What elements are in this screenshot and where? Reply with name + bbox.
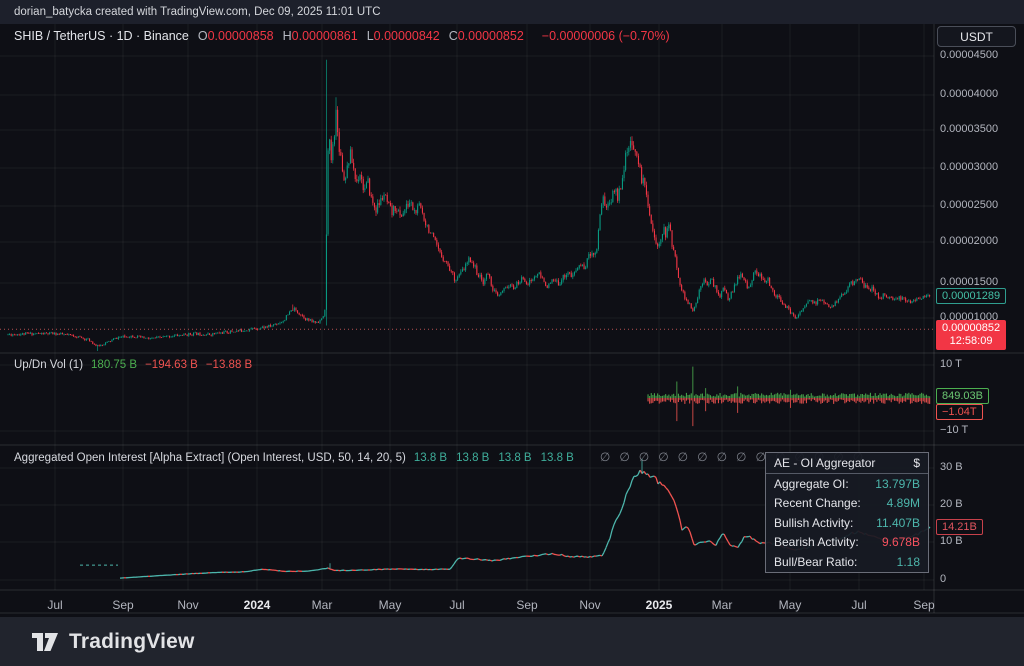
symbol-legend[interactable]: SHIB / TetherUS · 1D · Binance O0.000008… <box>14 29 670 43</box>
oi-data-window-row: Bull/Bear Ratio: 1.18 <box>766 552 928 572</box>
volume-tick-label: 10 T <box>940 358 962 370</box>
tradingview-snapshot: dorian_batycka created with TradingView.… <box>0 0 1024 666</box>
oi-empty-value-icon: ∅ <box>678 450 688 464</box>
footer-bar: TradingView <box>0 617 1024 666</box>
oi-data-window-row: Aggregate OI: 13.797B <box>766 474 928 494</box>
oi-data-window-row-value: 11.407B <box>876 516 920 530</box>
time-tick-label: Sep <box>516 598 537 612</box>
oi-legend-value: 13.8 B <box>414 452 447 464</box>
time-tick-label: Jul <box>851 598 866 612</box>
ohlc-number: 0.00000858 <box>208 29 274 43</box>
oi-data-window-row-label: Aggregate OI: <box>774 477 849 491</box>
ohlc-values: O0.00000858H0.00000861L0.00000842C0.0000… <box>198 29 533 43</box>
oi-last-label: 14.21B <box>936 519 983 535</box>
time-tick-label: May <box>379 598 402 612</box>
oi-empty-value-icon: ∅ <box>639 450 649 464</box>
ohlc-number: 0.00000861 <box>292 29 358 43</box>
volume-legend-value: −194.63 B <box>145 359 198 371</box>
ohlc-pair: C0.00000852 <box>449 29 524 43</box>
oi-legend-value: 13.8 B <box>498 452 531 464</box>
time-tick-label: Sep <box>112 598 133 612</box>
oi-data-window-row-label: Bullish Activity: <box>774 516 853 530</box>
oi-data-window-row-value: 4.89M <box>887 496 920 510</box>
last-price-label: 0.00000852 12:58:09 <box>936 320 1006 350</box>
time-tick-label: 2025 <box>646 598 673 612</box>
oi-data-window-row: Bullish Activity: 11.407B <box>766 513 928 533</box>
price-tick-label: 0.00004500 <box>940 49 998 61</box>
volume-legend-value: −13.88 B <box>206 359 252 371</box>
volume-legend[interactable]: Up/Dn Vol (1) 180.75 B −194.63 B −13.88 B <box>14 359 260 371</box>
ohlc-letter: O <box>198 29 208 43</box>
oi-empty-value-icon: ∅ <box>619 450 629 464</box>
oi-empty-value-icon: ∅ <box>717 450 727 464</box>
volume-legend-value: 180.75 B <box>91 359 137 371</box>
oi-tick-label: 0 <box>940 573 946 585</box>
oi-data-window-row-label: Recent Change: <box>774 496 861 510</box>
symbol-title[interactable]: SHIB / TetherUS · 1D · Binance <box>14 29 189 43</box>
oi-legend[interactable]: Aggregated Open Interest [Alpha Extract]… <box>14 450 863 464</box>
indicator-price-label: 0.00001289 <box>936 288 1006 304</box>
oi-empty-value-icon: ∅ <box>697 450 707 464</box>
ohlc-pair: L0.00000842 <box>367 29 440 43</box>
volume-down-label: −1.04T <box>936 404 983 420</box>
oi-tick-label: 20 B <box>940 498 963 510</box>
time-tick-label: Nov <box>177 598 198 612</box>
oi-tick-label: 30 B <box>940 461 963 473</box>
ohlc-letter: L <box>367 29 374 43</box>
price-tick-label: 0.00003500 <box>940 123 998 135</box>
price-tick-label: 0.00003000 <box>940 161 998 173</box>
tradingview-logo-icon[interactable] <box>30 629 60 655</box>
volume-up-label: 849.03B <box>936 388 989 404</box>
ohlc-letter: H <box>283 29 292 43</box>
currency-toggle-button[interactable]: USDT <box>937 26 1016 47</box>
oi-data-window-header: AE - OI Aggregator $ <box>766 453 928 474</box>
oi-empty-value-icon: ∅ <box>736 450 746 464</box>
time-tick-label: Sep <box>913 598 934 612</box>
oi-legend-values: 13.8 B 13.8 B 13.8 B 13.8 B <box>414 452 583 464</box>
price-tick-label: 0.00001500 <box>940 276 998 288</box>
currency-sign: $ <box>913 456 920 470</box>
price-tick-label: 0.00004000 <box>940 88 998 100</box>
ohlc-number: 0.00000842 <box>374 29 440 43</box>
time-tick-label: Mar <box>712 598 733 612</box>
oi-data-window-row-label: Bull/Bear Ratio: <box>774 555 857 569</box>
oi-data-window-row: Recent Change: 4.89M <box>766 494 928 514</box>
time-tick-label: 2024 <box>244 598 271 612</box>
oi-legend-title[interactable]: Aggregated Open Interest [Alpha Extract]… <box>14 452 406 464</box>
ohlc-pair: O0.00000858 <box>198 29 274 43</box>
price-tick-label: 0.00002000 <box>940 235 998 247</box>
footer-brand[interactable]: TradingView <box>69 630 195 654</box>
oi-data-window-row-value: 13.797B <box>875 477 920 491</box>
time-tick-label: Nov <box>579 598 600 612</box>
time-tick-label: Mar <box>312 598 333 612</box>
oi-empty-value-icon: ∅ <box>658 450 668 464</box>
oi-data-window-row-value: 1.18 <box>897 555 920 569</box>
oi-data-window-title: AE - OI Aggregator <box>774 456 875 470</box>
oi-legend-value: 13.8 B <box>541 452 574 464</box>
ohlc-number: 0.00000852 <box>458 29 524 43</box>
oi-data-window-row: Bearish Activity: 9.678B <box>766 533 928 553</box>
ohlc-letter: C <box>449 29 458 43</box>
time-tick-label: Jul <box>47 598 62 612</box>
price-tick-label: 0.00002500 <box>940 199 998 211</box>
oi-data-window: AE - OI Aggregator $ Aggregate OI: 13.797… <box>765 452 929 573</box>
bar-countdown: 12:58:09 <box>942 335 1000 348</box>
volume-tick-label: −10 T <box>940 424 968 436</box>
time-tick-label: May <box>779 598 802 612</box>
oi-tick-label: 10 B <box>940 535 963 547</box>
volume-legend-title[interactable]: Up/Dn Vol (1) <box>14 359 83 371</box>
last-price-value: 0.00000852 <box>942 322 1000 335</box>
oi-data-window-row-value: 9.678B <box>882 535 920 549</box>
time-tick-label: Jul <box>449 598 464 612</box>
volume-legend-values: 180.75 B −194.63 B −13.88 B <box>91 359 260 371</box>
oi-empty-value-icon: ∅ <box>600 450 610 464</box>
change-value: −0.00000006 (−0.70%) <box>542 29 670 43</box>
oi-data-window-row-label: Bearish Activity: <box>774 535 859 549</box>
ohlc-pair: H0.00000861 <box>283 29 358 43</box>
oi-legend-value: 13.8 B <box>456 452 489 464</box>
